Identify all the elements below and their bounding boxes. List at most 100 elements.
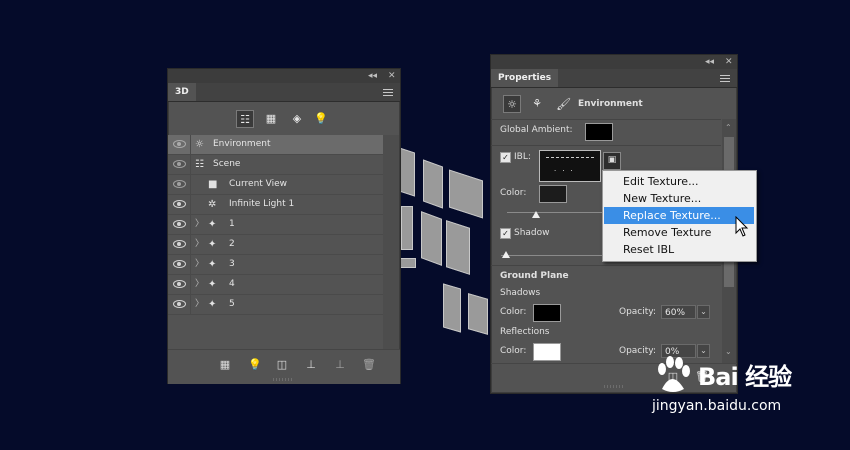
- list-item-label: Scene: [213, 159, 241, 169]
- list-item-mesh[interactable]: 〉 ✦ 5: [168, 295, 383, 315]
- chevron-right-icon[interactable]: 〉: [195, 275, 204, 294]
- mouse-cursor-icon: [735, 216, 749, 237]
- list-item-label: 3: [229, 259, 235, 269]
- mesh-icon: ✦: [208, 259, 217, 270]
- panel-3d-tabrow: 3D: [168, 83, 400, 102]
- visibility-eye-icon[interactable]: [168, 195, 191, 214]
- environment-icon[interactable]: ☼: [503, 95, 521, 113]
- ibl-texture-thumbnail[interactable]: ...: [539, 150, 601, 182]
- visibility-eye-icon[interactable]: [168, 295, 191, 314]
- list-item-label: Infinite Light 1: [229, 199, 295, 209]
- tab-3d[interactable]: 3D: [168, 83, 196, 101]
- list-item-label: 5: [229, 299, 235, 309]
- chevron-down-icon[interactable]: ⌄: [697, 305, 710, 319]
- list-item-scene[interactable]: ☷ Scene: [168, 155, 383, 175]
- new-mesh-icon[interactable]: ▦: [218, 358, 232, 371]
- divider: [491, 265, 721, 266]
- list-item-environment[interactable]: ☼ Environment: [168, 135, 383, 155]
- chevron-right-icon[interactable]: 〉: [195, 295, 204, 314]
- drop-to-ground-icon[interactable]: ⊥: [304, 358, 318, 371]
- menu-item-reset-ibl[interactable]: Reset IBL: [604, 241, 754, 258]
- close-icon[interactable]: ✕: [388, 69, 396, 83]
- divider: [491, 145, 721, 146]
- properties-titlebar[interactable]: ◂◂ ✕: [491, 55, 737, 69]
- list-item-mesh[interactable]: 〉 ✦ 4: [168, 275, 383, 295]
- tab-properties[interactable]: Properties: [491, 69, 559, 87]
- trash-icon[interactable]: 🗑: [362, 358, 376, 371]
- panel-menu-icon[interactable]: [720, 73, 730, 84]
- list-item-infinite-light[interactable]: ✲ Infinite Light 1: [168, 195, 383, 215]
- new-light-icon[interactable]: 💡: [248, 358, 262, 371]
- visibility-eye-icon[interactable]: [168, 215, 191, 234]
- panel-3d-titlebar[interactable]: ◂◂ ✕: [168, 69, 400, 83]
- render-icon[interactable]: ⊥: [333, 358, 347, 371]
- baidu-paw-logo-icon: [658, 356, 690, 392]
- material-drop-icon[interactable]: ◫: [275, 358, 289, 371]
- collapse-icon[interactable]: ◂◂: [368, 69, 377, 83]
- chevron-right-icon[interactable]: 〉: [195, 215, 204, 234]
- shadow-label: Shadow: [514, 228, 550, 238]
- chevron-right-icon[interactable]: 〉: [195, 235, 204, 254]
- visibility-eye-icon[interactable]: [168, 255, 191, 274]
- list-item-mesh[interactable]: 〉 ✦ 3: [168, 255, 383, 275]
- brush-icon: 🖌: [556, 97, 572, 111]
- coordinates-icon[interactable]: ⚘: [528, 95, 546, 113]
- scene-shape: [399, 147, 415, 197]
- infinite-light-icon: ✲: [208, 199, 217, 210]
- filter-lights-icon[interactable]: 💡: [312, 110, 330, 128]
- visibility-eye-icon[interactable]: [168, 235, 191, 254]
- menu-item-remove-texture[interactable]: Remove Texture: [604, 224, 754, 241]
- shadows-opacity-label: Opacity:: [619, 307, 656, 317]
- resize-grip[interactable]: [273, 378, 293, 381]
- reflections-color-swatch[interactable]: [533, 343, 561, 361]
- resize-grip[interactable]: [604, 385, 624, 388]
- ibl-label: IBL:: [514, 152, 531, 162]
- menu-item-edit-texture[interactable]: Edit Texture...: [604, 173, 754, 190]
- collapse-icon[interactable]: ◂◂: [705, 55, 714, 69]
- scene-shape: [449, 169, 483, 219]
- filter-whole-scene-icon[interactable]: ☷: [236, 110, 254, 128]
- panel-3d: ◂◂ ✕ 3D ☷ ▦ ◈ 💡 ☼ Environment ☷ Scene ■ …: [167, 68, 401, 384]
- list-item-label: 2: [229, 239, 235, 249]
- list-item-current-view[interactable]: ■ Current View: [168, 175, 383, 195]
- texture-menu-icon[interactable]: ▣: [603, 152, 621, 170]
- scroll-up-icon[interactable]: ⌃: [725, 123, 732, 132]
- filter-meshes-icon[interactable]: ▦: [262, 110, 280, 128]
- scene-shape: [468, 293, 488, 335]
- scene-layer-list: ☼ Environment ☷ Scene ■ Current View ✲ I…: [168, 135, 383, 349]
- slider-thumb[interactable]: [532, 211, 540, 218]
- scene-shape: [401, 206, 413, 250]
- global-ambient-label: Global Ambient:: [500, 125, 573, 135]
- baidu-url-text: jingyan.baidu.com: [652, 398, 782, 414]
- list-scrollbar[interactable]: [383, 135, 399, 349]
- ibl-color-label: Color:: [500, 188, 527, 198]
- shadow-checkbox[interactable]: ✓: [500, 228, 511, 239]
- shadows-opacity-input[interactable]: 60%: [661, 305, 696, 319]
- baidu-watermark: Bai 经验 jingyan.baidu.com: [652, 355, 812, 415]
- shadows-color-swatch[interactable]: [533, 304, 561, 322]
- list-item-mesh[interactable]: 〉 ✦ 2: [168, 235, 383, 255]
- ibl-color-swatch[interactable]: [539, 185, 567, 203]
- menu-item-new-texture[interactable]: New Texture...: [604, 190, 754, 207]
- reflections-opacity-label: Opacity:: [619, 346, 656, 356]
- reflections-color-label: Color:: [500, 346, 527, 356]
- scene-shape: [400, 258, 416, 268]
- ibl-checkbox[interactable]: ✓: [500, 152, 511, 163]
- mesh-icon: ✦: [208, 279, 217, 290]
- filter-materials-icon[interactable]: ◈: [288, 110, 306, 128]
- visibility-eye-icon[interactable]: [168, 155, 191, 174]
- scene-shape: [421, 211, 442, 266]
- slider-thumb[interactable]: [502, 251, 510, 258]
- chevron-right-icon[interactable]: 〉: [195, 255, 204, 274]
- menu-item-replace-texture[interactable]: Replace Texture...: [604, 207, 754, 224]
- global-ambient-swatch[interactable]: [585, 123, 613, 141]
- list-item-mesh[interactable]: 〉 ✦ 1: [168, 215, 383, 235]
- shadows-heading: Shadows: [500, 288, 541, 298]
- scene-shape: [443, 283, 461, 333]
- panel-menu-icon[interactable]: [383, 87, 393, 98]
- visibility-eye-icon[interactable]: [168, 275, 191, 294]
- close-icon[interactable]: ✕: [725, 55, 733, 69]
- texture-context-menu: Edit Texture... New Texture... Replace T…: [602, 170, 757, 262]
- visibility-eye-icon[interactable]: [168, 175, 191, 194]
- visibility-eye-icon[interactable]: [168, 135, 191, 154]
